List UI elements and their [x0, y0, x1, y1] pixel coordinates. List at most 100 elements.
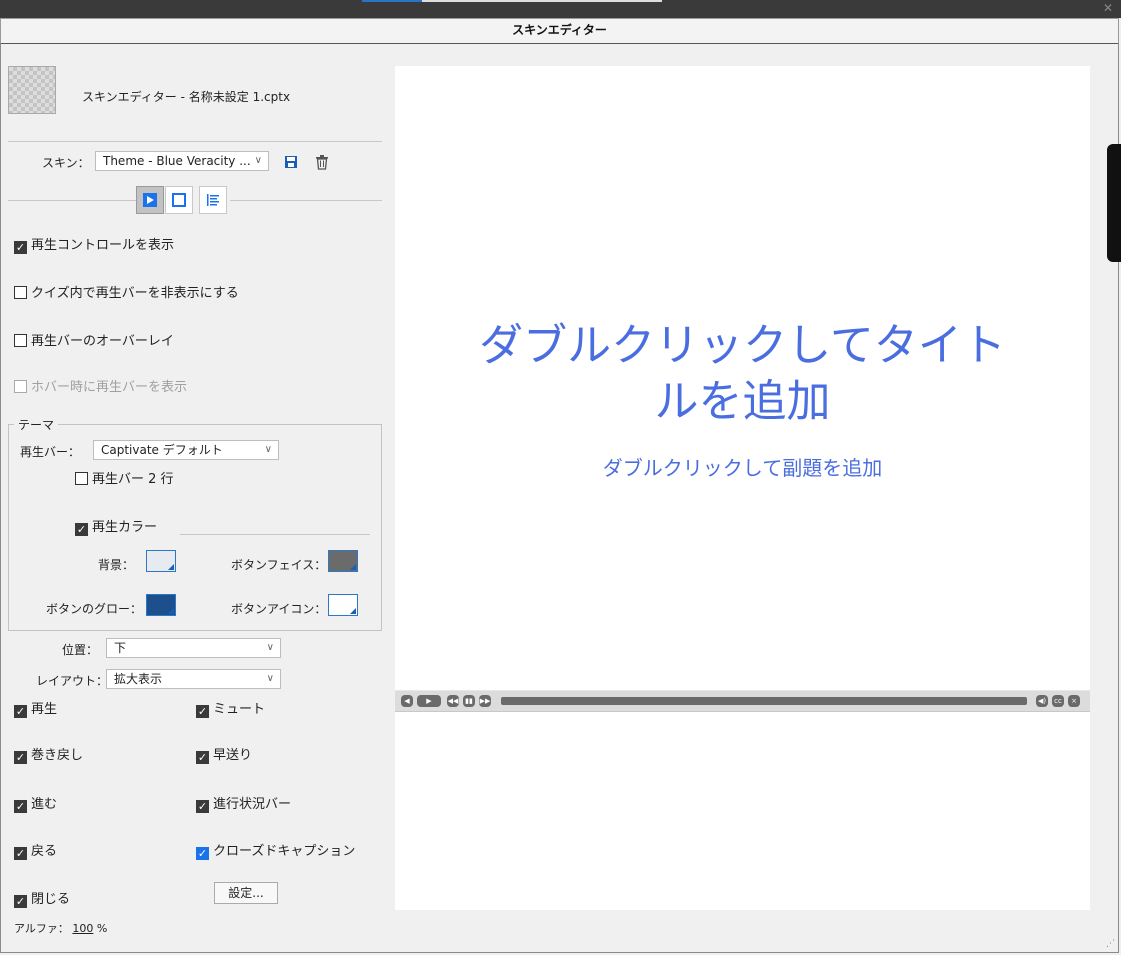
dropdown-triangle-icon	[168, 608, 174, 614]
slide-subtitle-placeholder[interactable]: ダブルクリックして副題を追加	[395, 452, 1090, 481]
option-label: 再生バー 2 行	[92, 472, 174, 487]
active-tab-indicator	[362, 0, 422, 2]
option-label: 早送り	[213, 748, 253, 763]
toc-list-icon	[207, 194, 219, 206]
option-label: 進行状況バー	[213, 797, 292, 812]
tab-strip	[422, 0, 662, 2]
divider	[8, 200, 136, 201]
divider	[8, 141, 382, 142]
alpha-label: アルファ：	[14, 922, 69, 935]
resize-grip-icon[interactable]: ⋰	[1106, 939, 1115, 949]
chevron-down-icon: ∨	[264, 444, 272, 455]
preview-canvas[interactable]	[395, 66, 1090, 910]
show-controls-option[interactable]: ✓ 再生コントロールを表示	[14, 234, 174, 254]
option-label: 再生バーのオーバーレイ	[31, 334, 174, 349]
position-select[interactable]: 下 ∨	[106, 638, 281, 658]
app-top-bar: ✕	[0, 0, 1121, 18]
rewind-button-icon: ◀◀	[447, 695, 459, 707]
bg-color-label: 背景：	[98, 558, 135, 572]
save-icon[interactable]	[284, 155, 298, 169]
mute-button-icon: ◀)	[1036, 695, 1048, 707]
playbar-tab[interactable]	[136, 186, 164, 214]
checkbox-checked[interactable]: ✓	[14, 895, 27, 908]
fast-forward-button-icon: ▶▶	[479, 695, 491, 707]
playbar-theme-value: Captivate デフォルト	[101, 443, 223, 457]
dropdown-triangle-icon	[168, 564, 174, 570]
settings-button[interactable]: 設定...	[214, 882, 278, 904]
layout-value: 拡大表示	[114, 672, 163, 686]
panel-drag-handle[interactable]	[1107, 144, 1121, 262]
play-option[interactable]: ✓ 再生	[14, 698, 57, 718]
back-button-icon: ◀	[401, 695, 413, 707]
back-option[interactable]: ✓ 戻る	[14, 840, 57, 860]
bg-color-swatch[interactable]	[146, 550, 176, 572]
skin-thumbnail	[8, 66, 56, 114]
option-label: ミュート	[213, 702, 266, 717]
chevron-down-icon: ∨	[266, 673, 274, 684]
alpha-value[interactable]: 100	[72, 922, 93, 935]
two-rows-option[interactable]: 再生バー 2 行	[75, 468, 174, 487]
slide-title-line-2: ルを追加	[654, 376, 831, 427]
show-on-hover-option: ホバー時に再生バーを表示	[14, 376, 187, 395]
checkbox-checked[interactable]: ✓	[14, 800, 27, 813]
mute-option[interactable]: ✓ ミュート	[196, 698, 265, 718]
checkbox-checked[interactable]: ✓	[14, 705, 27, 718]
layout-select[interactable]: 拡大表示 ∨	[106, 669, 281, 689]
checkbox-checked[interactable]: ✓	[196, 751, 209, 764]
toc-tab[interactable]	[199, 186, 227, 214]
position-value: 下	[114, 641, 127, 655]
preview-playbar: ◀ ▶ ◀◀ ▮▮ ▶▶ ◀) cc ×	[395, 690, 1090, 712]
alpha-row: アルファ： 100 %	[14, 920, 107, 936]
button-face-label: ボタンフェイス：	[231, 558, 327, 572]
square-outline-icon	[172, 193, 186, 207]
rewind-option[interactable]: ✓ 巻き戻し	[14, 744, 83, 764]
option-label: ホバー時に再生バーを表示	[31, 380, 188, 395]
window-title: スキンエディター	[0, 18, 1119, 45]
checkbox-unchecked[interactable]	[14, 286, 27, 299]
divider	[180, 534, 370, 535]
checkbox-unchecked[interactable]	[75, 472, 88, 485]
checkbox-unchecked[interactable]	[14, 334, 27, 347]
button-icon-swatch[interactable]	[328, 594, 358, 616]
play-icon	[143, 193, 157, 207]
pause-button-icon: ▮▮	[463, 695, 475, 707]
cc-button-icon: cc	[1052, 695, 1064, 707]
progress-bar-option[interactable]: ✓ 進行状況バー	[196, 793, 291, 813]
button-glow-label: ボタンのグロー：	[46, 602, 143, 616]
option-label: 戻る	[31, 844, 58, 859]
fast-forward-option[interactable]: ✓ 早送り	[196, 744, 252, 764]
checkbox-checked[interactable]: ✓	[14, 241, 27, 254]
checkbox-checked[interactable]: ✓	[196, 705, 209, 718]
position-label: 位置：	[62, 643, 99, 657]
closed-caption-option[interactable]: ✓ クローズドキャプション	[196, 840, 355, 860]
button-glow-swatch[interactable]	[146, 594, 176, 616]
dropdown-triangle-icon	[350, 564, 356, 570]
progress-track	[501, 697, 1027, 705]
checkbox-checked[interactable]: ✓	[75, 523, 88, 536]
playbar-color-option[interactable]: ✓ 再生カラー	[75, 516, 157, 536]
checkbox-checked[interactable]: ✓	[14, 751, 27, 764]
button-face-swatch[interactable]	[328, 550, 358, 572]
skin-select-value: Theme - Blue Veracity ...	[103, 154, 251, 168]
option-label: 再生カラー	[92, 520, 158, 535]
button-icon-label: ボタンアイコン：	[231, 602, 327, 616]
playbar-theme-select[interactable]: Captivate デフォルト ∨	[93, 440, 279, 460]
skin-select[interactable]: Theme - Blue Veracity ... ∨	[95, 151, 269, 171]
skin-label: スキン：	[42, 156, 90, 170]
overlay-option[interactable]: 再生バーのオーバーレイ	[14, 330, 174, 349]
dropdown-triangle-icon	[350, 608, 356, 614]
checkbox-checked[interactable]: ✓	[14, 847, 27, 860]
play-button-icon: ▶	[417, 695, 441, 707]
close-option[interactable]: ✓ 閉じる	[14, 888, 70, 908]
option-label: クローズドキャプション	[213, 844, 356, 859]
checkbox-checked[interactable]: ✓	[196, 800, 209, 813]
forward-option[interactable]: ✓ 進む	[14, 793, 57, 813]
alpha-unit: %	[96, 922, 108, 935]
close-icon[interactable]: ✕	[1103, 1, 1113, 15]
trash-icon[interactable]	[315, 154, 329, 170]
borders-tab[interactable]	[165, 186, 193, 214]
checkbox-checked[interactable]: ✓	[196, 847, 209, 860]
hide-in-quiz-option[interactable]: クイズ内で再生バーを非表示にする	[14, 282, 239, 301]
slide-title-placeholder[interactable]: ダブルクリックしてタイト ルを追加	[395, 318, 1090, 430]
option-label: 再生コントロールを表示	[31, 238, 175, 253]
